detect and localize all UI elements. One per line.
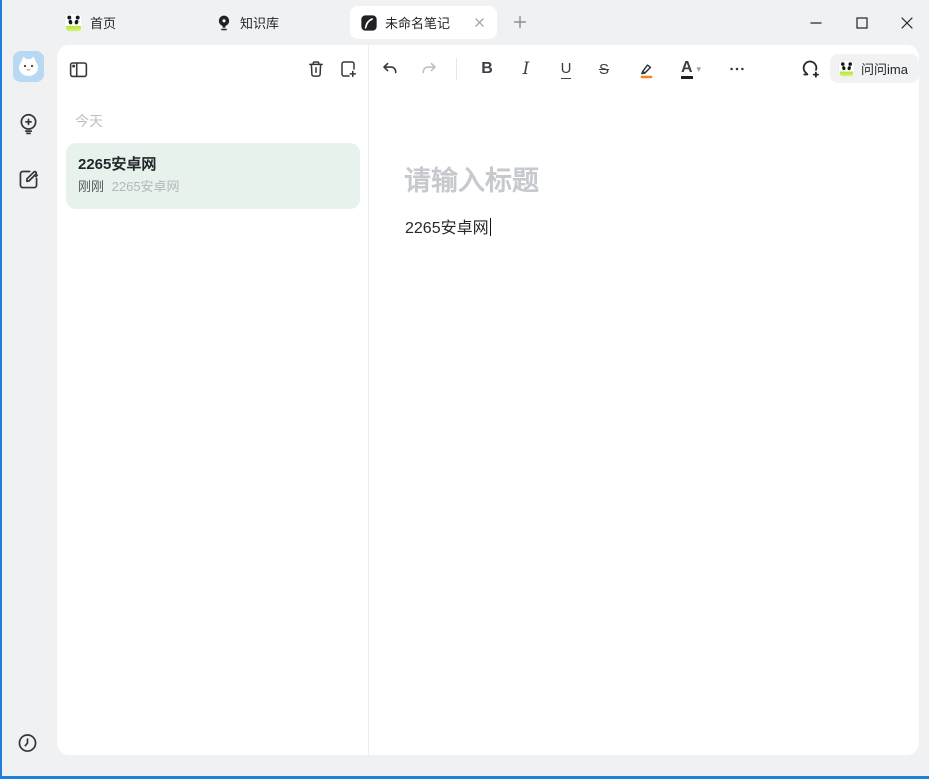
tab-untitled-note[interactable]: 未命名笔记 [350,6,497,39]
note-title: 2265安卓网 [78,155,348,175]
chevron-down-icon: ▾ [697,64,702,75]
tab-knowledge-base[interactable]: 知识库 [215,6,279,39]
ai-chat-add-button[interactable] [798,57,822,81]
tab-close-icon[interactable] [472,15,487,30]
new-note-button[interactable] [336,57,360,81]
app-window: 首页 知识库 未命名笔记 [0,0,929,779]
panel-divider [368,45,369,755]
strikethrough-button[interactable]: S [592,57,616,81]
underline-glyph: U [561,60,572,79]
delete-note-button[interactable] [304,57,328,81]
sidebar-item-history[interactable] [16,731,39,754]
knowledge-pin-icon [215,14,233,32]
sidebar-item-compose[interactable] [17,168,40,191]
italic-button[interactable]: I [514,57,538,81]
tab-knowledge-base-label: 知识库 [240,13,279,32]
italic-glyph: I [523,59,530,79]
font-color-glyph: A [681,59,693,79]
highlight-button[interactable] [634,57,658,81]
bold-button[interactable]: B [475,57,499,81]
ask-ima-button[interactable]: 问问ima [830,54,919,83]
editor-title-placeholder[interactable]: 请输入标题 [404,165,539,197]
tab-untitled-note-label: 未命名笔记 [385,13,450,32]
window-maximize-button[interactable] [839,0,885,45]
window-close-button[interactable] [884,0,929,45]
window-minimize-button[interactable] [793,0,839,45]
toggle-sidebar-button[interactable] [66,57,90,81]
user-avatar[interactable] [13,51,44,82]
underline-button[interactable]: U [554,57,578,81]
tab-home-label: 首页 [90,13,116,32]
window-accent-border-left [0,0,2,779]
note-list-item[interactable]: 2265安卓网 刚刚 2265安卓网 [66,143,360,209]
ima-panda-logo-icon [64,13,83,32]
content-panel: B I U S A ▾ [57,45,919,755]
strikethrough-glyph: S [599,61,609,78]
font-color-button[interactable]: A ▾ [673,57,709,81]
toolbar-separator [456,58,457,80]
tab-home[interactable]: 首页 [64,6,116,39]
note-meta: 刚刚 2265安卓网 [78,178,348,196]
ask-ima-label: 问问ima [861,59,908,78]
bold-glyph: B [481,60,493,78]
sidebar-item-idea[interactable] [17,112,40,135]
note-tab-icon [360,14,378,32]
redo-button[interactable] [417,57,441,81]
note-time: 刚刚 [78,179,104,194]
ima-panda-logo-icon [838,60,855,77]
note-preview: 2265安卓网 [112,179,180,194]
editor-body-text[interactable]: 2265安卓网 [405,217,491,241]
notes-group-label: 今天 [75,111,103,131]
more-options-button[interactable] [725,57,749,81]
new-tab-button[interactable] [508,10,532,34]
undo-button[interactable] [378,57,402,81]
editor-body-value: 2265安卓网 [405,220,489,237]
text-cursor [490,218,492,236]
